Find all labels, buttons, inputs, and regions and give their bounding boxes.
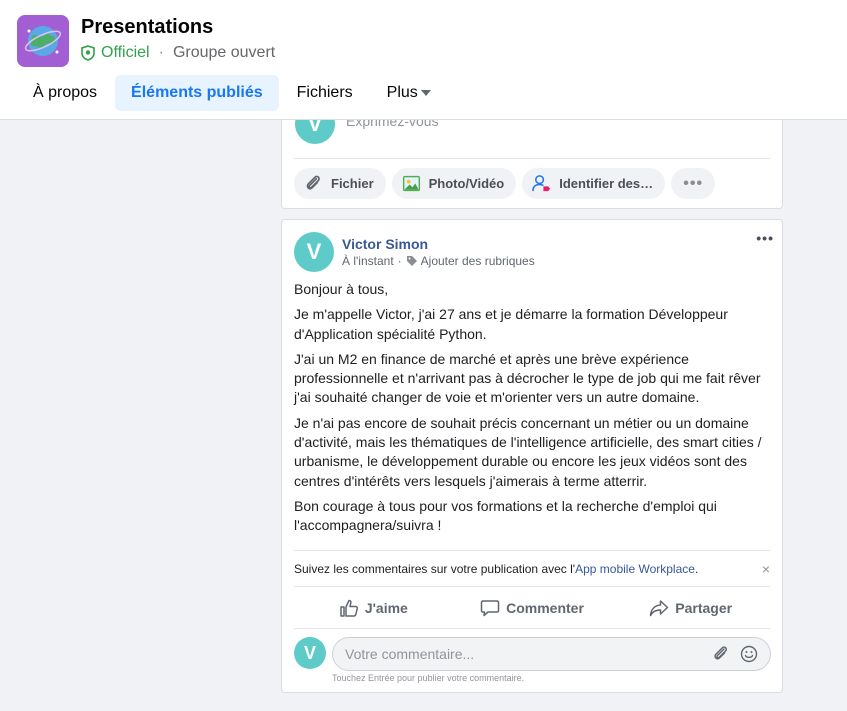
shield-icon xyxy=(81,45,95,61)
comment-tools xyxy=(702,645,758,663)
tab-about[interactable]: À propos xyxy=(17,75,113,111)
tab-more-label: Plus xyxy=(386,84,418,101)
comment-button[interactable]: Commenter xyxy=(453,587,612,628)
comment-composer: V Votre commentaire... xyxy=(294,637,772,671)
post-paragraph: Je n'ai pas encore de souhait précis con… xyxy=(294,414,762,489)
post-actions: J'aime Commenter Partager xyxy=(294,587,770,629)
group-avatar[interactable] xyxy=(17,15,69,67)
mobile-app-notice: Suivez les commentaires sur votre public… xyxy=(294,550,770,587)
tag-people-icon xyxy=(532,175,551,192)
post-paragraph: Je m'appelle Victor, j'ai 27 ans et je d… xyxy=(294,306,728,342)
file-button-label: Fichier xyxy=(331,176,374,191)
tag-people-button[interactable]: Identifier des… xyxy=(522,168,666,199)
group-title[interactable]: Presentations xyxy=(81,16,213,39)
commenter-avatar[interactable]: V xyxy=(294,637,326,669)
add-topics-link[interactable]: Ajouter des rubriques xyxy=(421,254,535,268)
more-options-button[interactable]: ••• xyxy=(671,168,716,199)
photo-icon xyxy=(402,175,420,192)
tab-files[interactable]: Fichiers xyxy=(281,75,369,111)
subtitle-separator: · xyxy=(397,254,402,268)
post-card: V Victor Simon À l'instant · Ajouter des… xyxy=(281,219,783,693)
group-type: Groupe ouvert xyxy=(172,44,276,61)
photo-video-button[interactable]: Photo/Vidéo xyxy=(391,168,517,199)
post-paragraph: Bonjour à tous, xyxy=(294,281,389,297)
post-options-button[interactable]: ••• xyxy=(756,230,774,246)
official-badge: Officiel xyxy=(81,44,150,62)
share-label: Partager xyxy=(675,599,733,616)
composer-avatar[interactable]: V xyxy=(295,120,335,144)
composer-input[interactable]: Exprimez-vous xyxy=(346,120,439,129)
tab-files-label: Fichiers xyxy=(296,84,353,101)
like-label: J'aime xyxy=(364,599,408,616)
post-paragraph: Bon courage à tous pour vos formations e… xyxy=(294,497,717,534)
post-subtitle: À l'instant · Ajouter des rubriques xyxy=(342,254,535,268)
post-composer: V Exprimez-vous Fichier Photo/Vidéo Iden… xyxy=(281,120,783,209)
close-icon[interactable]: × xyxy=(762,561,770,577)
share-arrow-icon xyxy=(650,599,669,616)
author-avatar[interactable]: V xyxy=(294,232,334,272)
post-timestamp[interactable]: À l'instant xyxy=(342,254,394,268)
group-tabs: À propos Éléments publiés Fichiers Plus xyxy=(17,75,449,111)
globe-icon xyxy=(24,26,62,56)
meta-separator: · xyxy=(158,44,164,61)
comment-label: Commenter xyxy=(506,599,584,616)
file-button[interactable]: Fichier xyxy=(294,168,386,199)
tab-posts[interactable]: Éléments publiés xyxy=(115,75,279,111)
post-paragraph: J'ai un M2 en finance de marché et après… xyxy=(294,350,761,406)
group-header: Presentations Officiel · Groupe ouvert À… xyxy=(0,0,847,120)
composer-actions: Fichier Photo/Vidéo Identifier des… ••• xyxy=(294,168,721,199)
workplace-app-link[interactable]: App mobile Workplace xyxy=(575,562,695,576)
author-name[interactable]: Victor Simon xyxy=(342,236,428,252)
like-button[interactable]: J'aime xyxy=(294,587,453,628)
paperclip-icon xyxy=(306,175,320,190)
notice-text: Suivez les commentaires sur votre public… xyxy=(294,561,576,576)
tag-people-label: Identifier des… xyxy=(559,176,654,191)
caret-down-icon xyxy=(420,90,431,96)
comment-icon xyxy=(480,599,500,616)
tab-posts-label: Éléments publiés xyxy=(131,84,263,101)
photo-video-label: Photo/Vidéo xyxy=(428,176,505,191)
thumbs-up-icon xyxy=(340,599,358,617)
share-button[interactable]: Partager xyxy=(611,587,770,628)
emoji-icon[interactable] xyxy=(740,645,758,663)
attachment-icon[interactable] xyxy=(712,645,730,663)
official-label: Officiel xyxy=(101,44,150,61)
tag-icon xyxy=(406,256,417,266)
divider xyxy=(294,158,770,159)
post-body: Bonjour à tous, Je m'appelle Victor, j'a… xyxy=(294,280,772,542)
tab-about-label: À propos xyxy=(33,84,98,101)
group-meta: Officiel · Groupe ouvert xyxy=(81,44,275,62)
tab-more[interactable]: Plus xyxy=(371,75,447,111)
comment-hint: Touchez Entrée pour publier votre commen… xyxy=(332,673,525,683)
notice-end: . xyxy=(694,561,699,576)
